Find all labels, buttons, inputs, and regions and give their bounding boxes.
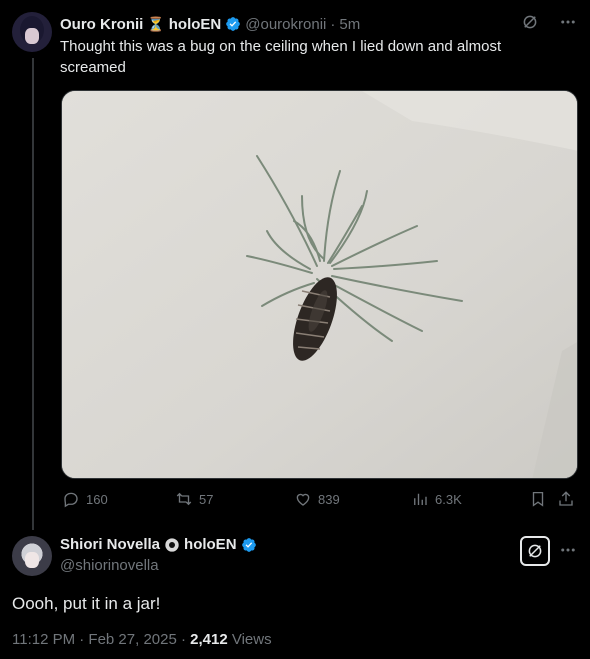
tweet-actions: 160 57 839 6.3K [60, 490, 580, 512]
reply-views-label: Views [227, 631, 272, 648]
share-icon [559, 491, 573, 506]
timestamp[interactable]: 5m [339, 16, 360, 33]
reply-text: Oooh, put it in a jar! [12, 594, 161, 613]
reply-timestamp[interactable]: 11:12 PM · Feb 27, 2025 · [12, 631, 190, 648]
share-button[interactable] [557, 490, 575, 508]
views-icon [414, 493, 427, 505]
like-button[interactable]: 839 [294, 490, 340, 508]
reply-views-count: 2,412 [190, 631, 228, 648]
repost-count: 57 [199, 491, 214, 507]
reply-meta: 11:12 PM · Feb 27, 2025 · 2,412 Views [12, 631, 272, 648]
views-count: 6.3K [435, 491, 462, 507]
tweet-header-actions [520, 12, 578, 32]
avatar-shiorinovella[interactable] [12, 536, 52, 576]
thread-connector-line [32, 58, 34, 530]
bookmark-button[interactable] [529, 490, 547, 508]
verified-badge-icon [226, 17, 241, 31]
like-count: 839 [318, 491, 340, 507]
tweet-image[interactable] [61, 90, 578, 479]
eye-emoji-icon [165, 537, 179, 552]
reply-button[interactable]: 160 [62, 490, 108, 508]
grok-icon[interactable] [520, 12, 540, 32]
display-name-suffix[interactable]: holoEN [169, 16, 222, 33]
more-icon[interactable] [556, 540, 580, 560]
display-name[interactable]: Ouro Kronii [60, 16, 143, 33]
bookmark-icon [532, 491, 544, 507]
repost-button[interactable]: 57 [175, 490, 213, 508]
reply-display-name[interactable]: Shiori Novella [60, 536, 160, 553]
like-icon [296, 493, 310, 506]
more-icon[interactable] [558, 12, 578, 32]
reply-header: Shiori Novella holoEN [60, 536, 257, 553]
hourglass-emoji: ⏳ [147, 15, 165, 32]
verified-badge-icon [241, 537, 256, 552]
tweet-text: Thought this was a bug on the ceiling wh… [60, 38, 502, 76]
grok-icon[interactable] [520, 536, 550, 566]
avatar-ourokronii[interactable] [12, 12, 52, 52]
reply-count: 160 [86, 491, 108, 507]
reply-handle[interactable]: @shiorinovella [60, 557, 159, 574]
separator: · [330, 15, 336, 33]
tweet-header: Ouro Kronii ⏳ holoEN @ourokronii · 5m [60, 14, 510, 34]
reply-icon [64, 492, 78, 508]
views-button[interactable]: 6.3K [411, 490, 462, 508]
air-plant-photo [62, 91, 577, 478]
repost-icon [176, 492, 192, 506]
handle[interactable]: @ourokronii [245, 16, 326, 33]
reply-display-name-suffix[interactable]: holoEN [184, 536, 237, 553]
